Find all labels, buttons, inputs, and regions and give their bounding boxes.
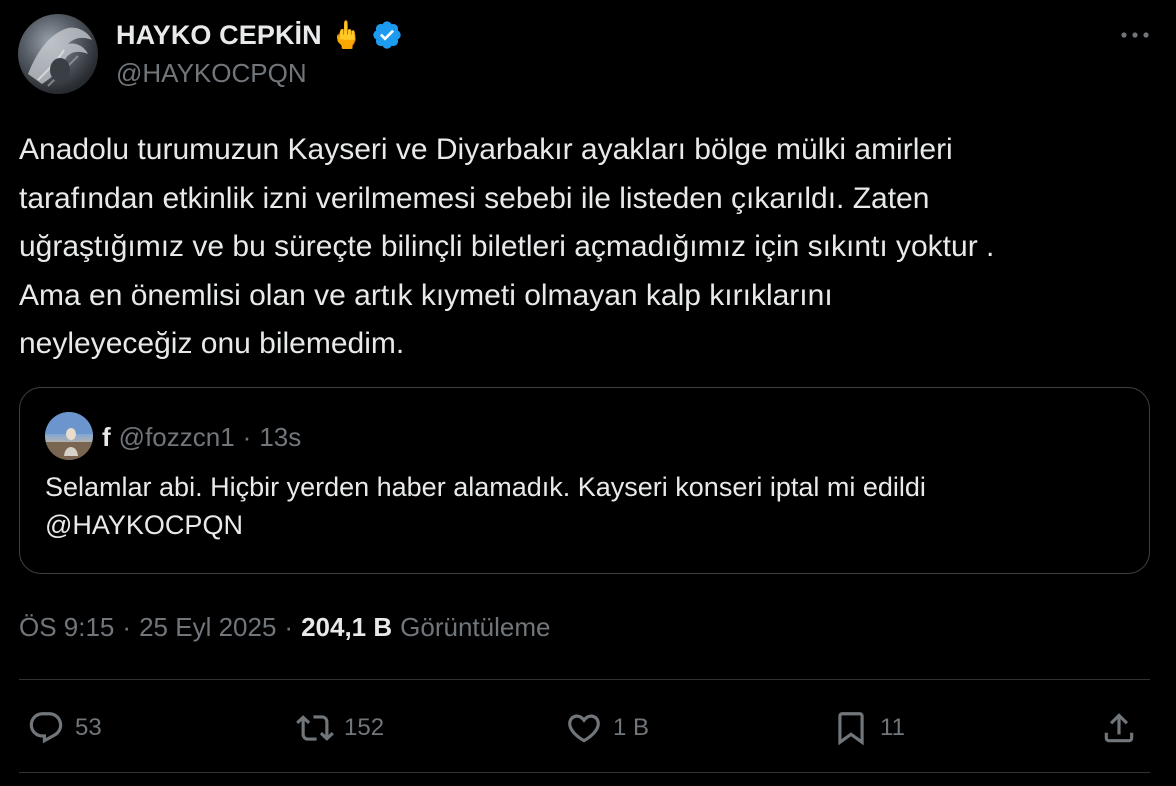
heart-icon	[568, 714, 600, 743]
quoted-header: f @fozzcn1 · 13s	[102, 421, 301, 453]
quoted-text: Selamlar abi. Hiçbir yerden haber alamad…	[45, 468, 1125, 544]
tweet-text-line: Anadolu turumuzun Kayseri ve Diyarbakır …	[19, 133, 953, 166]
author-handle[interactable]: @HAYKOCPQN	[116, 58, 307, 89]
like-count: 1 B	[613, 714, 650, 741]
quoted-text-line: Selamlar abi. Hiçbir yerden haber alamad…	[45, 472, 926, 502]
tweet-text-line: Ama en önemlisi olan ve artık kıymeti ol…	[19, 278, 833, 312]
quoted-time[interactable]: 13s	[259, 422, 301, 453]
author-emoji: 🖕	[329, 19, 364, 50]
tweet-text-line: neyleyeceğiz onu bilemedim.	[19, 327, 405, 360]
bookmark-icon	[838, 712, 864, 746]
author-avatar[interactable]	[18, 14, 98, 94]
divider	[19, 772, 1150, 773]
share-icon	[1104, 713, 1134, 743]
share-button[interactable]	[1100, 708, 1138, 748]
reply-icon	[29, 712, 63, 744]
tweet-text-line: uğraştığımız ve bu süreçte bilinçli bile…	[19, 230, 995, 263]
quoted-author-avatar[interactable]	[45, 412, 93, 460]
like-button[interactable]: 1 B	[565, 708, 649, 748]
verified-badge-icon[interactable]	[371, 19, 403, 51]
more-dots-icon[interactable]	[1120, 20, 1150, 50]
author-display-name[interactable]: HAYKO CEPKİN	[116, 20, 322, 51]
reply-button[interactable]: 53	[27, 708, 102, 748]
views-count: 204,1 B	[301, 611, 393, 642]
bookmark-button[interactable]: 11	[832, 708, 905, 748]
tweet-meta: ÖS 9:15 · 25 Eyl 2025 · 204,1 B Görüntül…	[19, 609, 550, 645]
tweet-text-line: tarafından etkinlik izni verilmemesi seb…	[19, 181, 930, 215]
bookmark-count: 11	[880, 714, 905, 741]
quoted-separator: ·	[242, 421, 252, 452]
reply-count: 53	[75, 714, 102, 741]
quoted-author-name[interactable]: f	[102, 422, 111, 453]
repost-count: 152	[344, 714, 385, 741]
quoted-tweet[interactable]: f @fozzcn1 · 13s Selamlar abi. Hiçbir ye…	[19, 387, 1150, 574]
meta-separator: ·	[284, 611, 294, 642]
action-bar: 53 152 1 B 11	[0, 700, 1176, 756]
tweet-text: Anadolu turumuzun Kayseri ve Diyarbakır …	[19, 126, 1149, 369]
tweet-date[interactable]: 25 Eyl 2025	[139, 612, 276, 643]
author-name-row: HAYKO CEPKİN 🖕	[116, 16, 403, 54]
views-label: Görüntüleme	[400, 611, 551, 642]
quoted-author-handle[interactable]: @fozzcn1	[119, 422, 235, 453]
repost-icon	[296, 715, 334, 741]
tweet: HAYKO CEPKİN 🖕 @HAYKOCPQN Anadolu turumu…	[0, 0, 1176, 786]
tweet-time[interactable]: ÖS 9:15	[19, 612, 114, 643]
quoted-text-line: @HAYKOCPQN	[45, 510, 243, 540]
repost-button[interactable]: 152	[296, 708, 384, 748]
divider	[19, 679, 1150, 680]
meta-separator: ·	[122, 611, 132, 642]
